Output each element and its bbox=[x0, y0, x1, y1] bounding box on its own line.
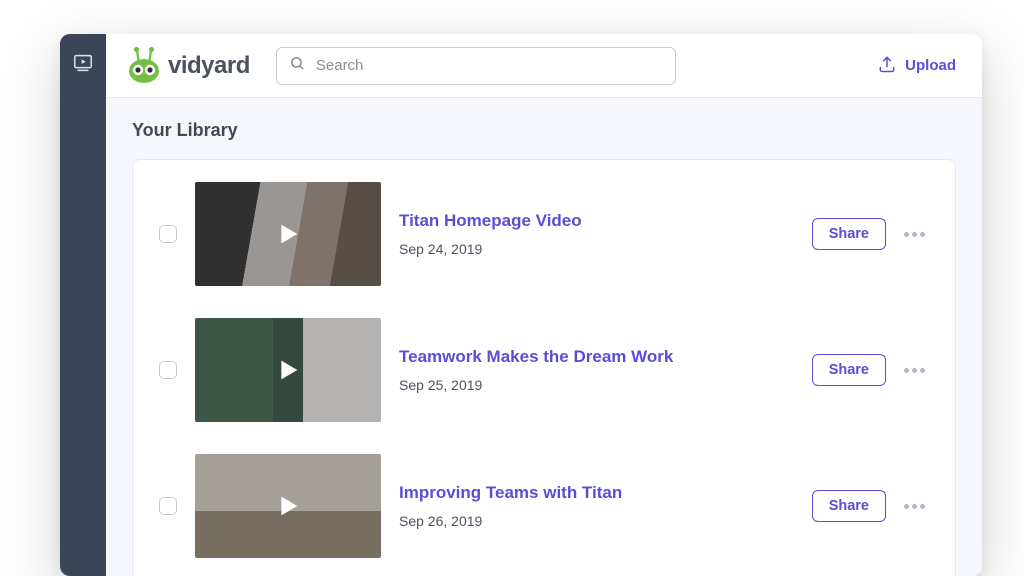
content: Your Library Titan Homepage Video Sep 24… bbox=[106, 98, 982, 576]
video-title[interactable]: Improving Teams with Titan bbox=[399, 483, 794, 503]
left-rail bbox=[60, 34, 106, 576]
row-actions: Share bbox=[812, 490, 929, 522]
video-title[interactable]: Titan Homepage Video bbox=[399, 211, 794, 231]
share-button[interactable]: Share bbox=[812, 490, 886, 522]
video-thumbnail[interactable] bbox=[195, 318, 381, 422]
page-title: Your Library bbox=[132, 120, 956, 141]
video-thumbnail[interactable] bbox=[195, 454, 381, 558]
row-checkbox[interactable] bbox=[159, 361, 177, 379]
row-actions: Share bbox=[812, 218, 929, 250]
more-menu-button[interactable] bbox=[900, 228, 929, 241]
video-row: Teamwork Makes the Dream Work Sep 25, 20… bbox=[151, 302, 937, 438]
more-menu-button[interactable] bbox=[900, 364, 929, 377]
upload-label: Upload bbox=[905, 57, 956, 74]
video-title[interactable]: Teamwork Makes the Dream Work bbox=[399, 347, 794, 367]
search-input[interactable] bbox=[316, 57, 663, 74]
video-row: Improving Teams with Titan Sep 26, 2019 … bbox=[151, 438, 937, 574]
share-button[interactable]: Share bbox=[812, 354, 886, 386]
videos-nav-icon[interactable] bbox=[72, 52, 94, 79]
brand-wordmark: vidyard bbox=[168, 52, 250, 80]
upload-button[interactable]: Upload bbox=[873, 48, 960, 84]
share-button[interactable]: Share bbox=[812, 218, 886, 250]
search-box[interactable] bbox=[276, 47, 676, 85]
topbar: vidyard bbox=[106, 34, 982, 98]
app-frame: vidyard bbox=[60, 34, 982, 576]
upload-icon bbox=[877, 54, 897, 78]
row-checkbox[interactable] bbox=[159, 225, 177, 243]
video-date: Sep 26, 2019 bbox=[399, 513, 794, 529]
video-meta: Titan Homepage Video Sep 24, 2019 bbox=[399, 211, 794, 257]
row-actions: Share bbox=[812, 354, 929, 386]
video-date: Sep 25, 2019 bbox=[399, 377, 794, 393]
more-menu-button[interactable] bbox=[900, 500, 929, 513]
video-row: Titan Homepage Video Sep 24, 2019 Share bbox=[151, 166, 937, 302]
video-meta: Teamwork Makes the Dream Work Sep 25, 20… bbox=[399, 347, 794, 393]
video-list: Titan Homepage Video Sep 24, 2019 Share … bbox=[132, 159, 956, 576]
video-thumbnail[interactable] bbox=[195, 182, 381, 286]
brand[interactable]: vidyard bbox=[124, 46, 250, 86]
brand-logo-icon bbox=[124, 46, 164, 86]
search-icon bbox=[289, 55, 306, 77]
row-checkbox[interactable] bbox=[159, 497, 177, 515]
video-date: Sep 24, 2019 bbox=[399, 241, 794, 257]
main-area: vidyard bbox=[106, 34, 982, 576]
video-meta: Improving Teams with Titan Sep 26, 2019 bbox=[399, 483, 794, 529]
